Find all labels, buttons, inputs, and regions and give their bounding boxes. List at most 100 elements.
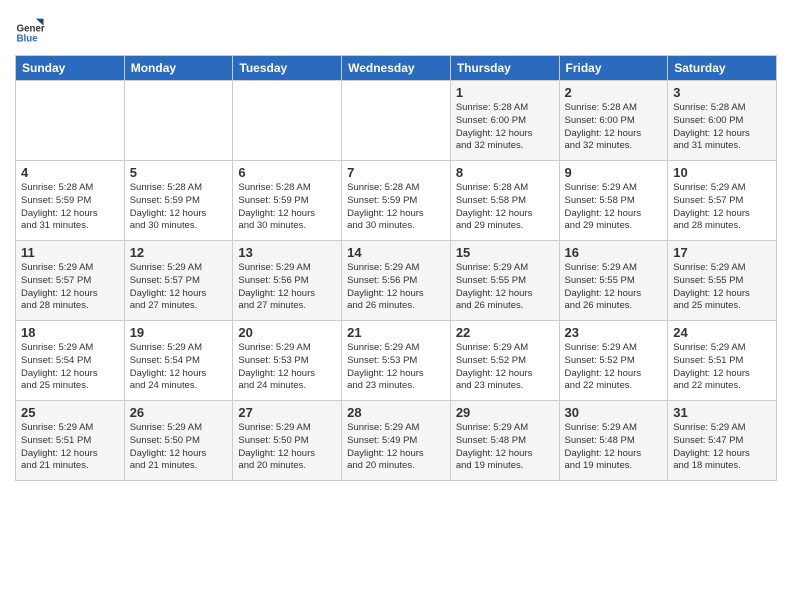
weekday-header-sunday: Sunday	[16, 56, 125, 81]
calendar-cell: 19 Sunrise: 5:29 AM Sunset: 5:54 PM Dayli…	[124, 321, 233, 401]
day-number: 1	[456, 85, 554, 100]
day-number: 3	[673, 85, 771, 100]
day-number: 26	[130, 405, 228, 420]
calendar-cell: 2Sunrise: 5:28 AM Sunset: 6:00 PM Daylig…	[559, 81, 668, 161]
day-content: Sunrise: 5:29 AM Sunset: 5:53 PM Dayligh…	[238, 342, 336, 393]
calendar-table: SundayMondayTuesdayWednesdayThursdayFrid…	[15, 55, 777, 481]
day-content: Sunrise: 5:29 AM Sunset: 5:57 PM Dayligh…	[130, 262, 228, 313]
calendar-cell: 15Sunrise: 5:29 AM Sunset: 5:55 PM Dayli…	[450, 241, 559, 321]
calendar-cell: 17Sunrise: 5:29 AM Sunset: 5:55 PM Dayli…	[668, 241, 777, 321]
calendar-cell: 4 Sunrise: 5:28 AM Sunset: 5:59 PM Daylig…	[16, 161, 125, 241]
calendar-cell: 9 Sunrise: 5:29 AM Sunset: 5:58 PM Daylig…	[559, 161, 668, 241]
day-number: 2	[565, 85, 663, 100]
day-content: Sunrise: 5:29 AM Sunset: 5:55 PM Dayligh…	[456, 262, 554, 313]
day-content: Sunrise: 5:29 AM Sunset: 5:54 PM Dayligh…	[21, 342, 119, 393]
day-number: 19	[130, 325, 228, 340]
calendar-cell: 29 Sunrise: 5:29 AM Sunset: 5:48 PM Dayli…	[450, 401, 559, 481]
day-number: 29	[456, 405, 554, 420]
calendar-cell	[124, 81, 233, 161]
day-content: Sunrise: 5:29 AM Sunset: 5:47 PM Dayligh…	[673, 422, 771, 473]
day-number: 6	[238, 165, 336, 180]
calendar-cell	[16, 81, 125, 161]
weekday-header-row: SundayMondayTuesdayWednesdayThursdayFrid…	[16, 56, 777, 81]
calendar-cell: 12 Sunrise: 5:29 AM Sunset: 5:57 PM Dayli…	[124, 241, 233, 321]
calendar-cell: 13 Sunrise: 5:29 AM Sunset: 5:56 PM Dayli…	[233, 241, 342, 321]
day-content: Sunrise: 5:29 AM Sunset: 5:49 PM Dayligh…	[347, 422, 445, 473]
calendar-cell: 28 Sunrise: 5:29 AM Sunset: 5:49 PM Dayli…	[342, 401, 451, 481]
day-number: 10	[673, 165, 771, 180]
day-number: 14	[347, 245, 445, 260]
calendar-cell: 11 Sunrise: 5:29 AM Sunset: 5:57 PM Dayli…	[16, 241, 125, 321]
calendar-cell	[342, 81, 451, 161]
week-row-1: 1 Sunrise: 5:28 AM Sunset: 6:00 PM Daylig…	[16, 81, 777, 161]
day-content: Sunrise: 5:29 AM Sunset: 5:57 PM Dayligh…	[21, 262, 119, 313]
day-number: 11	[21, 245, 119, 260]
day-content: Sunrise: 5:29 AM Sunset: 5:50 PM Dayligh…	[130, 422, 228, 473]
day-number: 13	[238, 245, 336, 260]
day-content: Sunrise: 5:28 AM Sunset: 5:59 PM Dayligh…	[238, 182, 336, 233]
day-content: Sunrise: 5:28 AM Sunset: 6:00 PM Dayligh…	[673, 102, 771, 153]
day-content: Sunrise: 5:29 AM Sunset: 5:51 PM Dayligh…	[673, 342, 771, 393]
calendar-cell: 21 Sunrise: 5:29 AM Sunset: 5:53 PM Dayli…	[342, 321, 451, 401]
calendar-cell: 24Sunrise: 5:29 AM Sunset: 5:51 PM Dayli…	[668, 321, 777, 401]
week-row-3: 11 Sunrise: 5:29 AM Sunset: 5:57 PM Dayli…	[16, 241, 777, 321]
calendar-cell: 26 Sunrise: 5:29 AM Sunset: 5:50 PM Dayli…	[124, 401, 233, 481]
day-number: 30	[565, 405, 663, 420]
weekday-header-friday: Friday	[559, 56, 668, 81]
day-content: Sunrise: 5:29 AM Sunset: 5:58 PM Dayligh…	[565, 182, 663, 233]
day-number: 20	[238, 325, 336, 340]
day-number: 21	[347, 325, 445, 340]
weekday-header-monday: Monday	[124, 56, 233, 81]
day-content: Sunrise: 5:29 AM Sunset: 5:48 PM Dayligh…	[565, 422, 663, 473]
calendar-cell: 8 Sunrise: 5:28 AM Sunset: 5:58 PM Daylig…	[450, 161, 559, 241]
logo: General Blue	[15, 15, 45, 45]
day-number: 27	[238, 405, 336, 420]
day-number: 18	[21, 325, 119, 340]
day-content: Sunrise: 5:28 AM Sunset: 5:58 PM Dayligh…	[456, 182, 554, 233]
calendar-cell: 25 Sunrise: 5:29 AM Sunset: 5:51 PM Dayli…	[16, 401, 125, 481]
calendar-cell: 3 Sunrise: 5:28 AM Sunset: 6:00 PM Daylig…	[668, 81, 777, 161]
weekday-header-thursday: Thursday	[450, 56, 559, 81]
day-content: Sunrise: 5:29 AM Sunset: 5:54 PM Dayligh…	[130, 342, 228, 393]
day-content: Sunrise: 5:29 AM Sunset: 5:52 PM Dayligh…	[456, 342, 554, 393]
day-number: 17	[673, 245, 771, 260]
week-row-5: 25 Sunrise: 5:29 AM Sunset: 5:51 PM Dayli…	[16, 401, 777, 481]
day-content: Sunrise: 5:28 AM Sunset: 5:59 PM Dayligh…	[21, 182, 119, 233]
calendar-cell: 27 Sunrise: 5:29 AM Sunset: 5:50 PM Dayli…	[233, 401, 342, 481]
day-content: Sunrise: 5:28 AM Sunset: 6:00 PM Dayligh…	[456, 102, 554, 153]
day-number: 23	[565, 325, 663, 340]
day-content: Sunrise: 5:29 AM Sunset: 5:48 PM Dayligh…	[456, 422, 554, 473]
calendar-cell: 23 Sunrise: 5:29 AM Sunset: 5:52 PM Dayli…	[559, 321, 668, 401]
calendar-cell: 16 Sunrise: 5:29 AM Sunset: 5:55 PM Dayli…	[559, 241, 668, 321]
calendar-cell	[233, 81, 342, 161]
day-content: Sunrise: 5:29 AM Sunset: 5:55 PM Dayligh…	[565, 262, 663, 313]
day-number: 22	[456, 325, 554, 340]
day-content: Sunrise: 5:29 AM Sunset: 5:53 PM Dayligh…	[347, 342, 445, 393]
day-content: Sunrise: 5:29 AM Sunset: 5:52 PM Dayligh…	[565, 342, 663, 393]
day-number: 16	[565, 245, 663, 260]
day-number: 4	[21, 165, 119, 180]
day-content: Sunrise: 5:28 AM Sunset: 5:59 PM Dayligh…	[347, 182, 445, 233]
calendar-cell: 31Sunrise: 5:29 AM Sunset: 5:47 PM Dayli…	[668, 401, 777, 481]
calendar-cell: 6 Sunrise: 5:28 AM Sunset: 5:59 PM Daylig…	[233, 161, 342, 241]
day-number: 9	[565, 165, 663, 180]
day-number: 28	[347, 405, 445, 420]
calendar-cell: 7 Sunrise: 5:28 AM Sunset: 5:59 PM Daylig…	[342, 161, 451, 241]
logo-icon: General Blue	[15, 15, 45, 45]
day-content: Sunrise: 5:29 AM Sunset: 5:50 PM Dayligh…	[238, 422, 336, 473]
svg-text:Blue: Blue	[17, 33, 39, 44]
day-content: Sunrise: 5:29 AM Sunset: 5:56 PM Dayligh…	[238, 262, 336, 313]
day-content: Sunrise: 5:29 AM Sunset: 5:51 PM Dayligh…	[21, 422, 119, 473]
day-number: 7	[347, 165, 445, 180]
day-content: Sunrise: 5:28 AM Sunset: 5:59 PM Dayligh…	[130, 182, 228, 233]
day-number: 8	[456, 165, 554, 180]
calendar-cell: 18 Sunrise: 5:29 AM Sunset: 5:54 PM Dayli…	[16, 321, 125, 401]
calendar-cell: 20 Sunrise: 5:29 AM Sunset: 5:53 PM Dayli…	[233, 321, 342, 401]
day-content: Sunrise: 5:29 AM Sunset: 5:57 PM Dayligh…	[673, 182, 771, 233]
calendar-cell: 5Sunrise: 5:28 AM Sunset: 5:59 PM Daylig…	[124, 161, 233, 241]
weekday-header-saturday: Saturday	[668, 56, 777, 81]
week-row-4: 18 Sunrise: 5:29 AM Sunset: 5:54 PM Dayli…	[16, 321, 777, 401]
weekday-header-tuesday: Tuesday	[233, 56, 342, 81]
day-number: 12	[130, 245, 228, 260]
day-number: 25	[21, 405, 119, 420]
